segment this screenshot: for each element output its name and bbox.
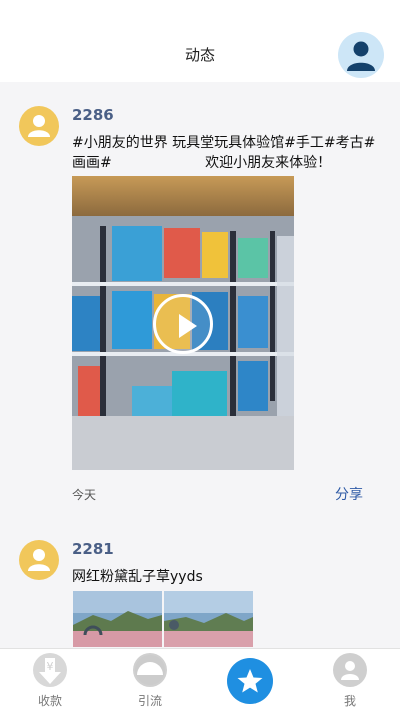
tab-label: 引流 <box>137 694 162 708</box>
feed-list[interactable]: 2286 #小朋友的世界 玩具堂玩具体验馆#手工#考古#画画# 欢迎小朋友来体验… <box>0 82 400 648</box>
top-header: 动态 <box>0 0 400 82</box>
landscape-photo <box>73 591 162 647</box>
post-video[interactable] <box>72 176 294 470</box>
user-icon <box>28 115 50 137</box>
post-image[interactable] <box>164 591 253 647</box>
profile-avatar[interactable] <box>338 32 384 78</box>
user-icon <box>333 653 367 687</box>
tab-star[interactable] <box>200 649 300 711</box>
post-text: 网红粉黛乱子草yyds <box>72 569 203 585</box>
play-button[interactable] <box>153 294 213 354</box>
yuan-download-icon: ¥ <box>33 653 67 687</box>
user-icon <box>347 41 375 71</box>
post-avatar[interactable] <box>19 540 59 580</box>
play-icon <box>179 314 197 338</box>
share-button[interactable]: 分享 <box>335 484 363 504</box>
post-username[interactable]: 2281 <box>72 540 114 558</box>
tab-label: 我 <box>343 694 356 708</box>
tab-label: 收款 <box>37 694 62 708</box>
post-text: #小朋友的世界 玩具堂玩具体验馆#手工#考古#画画# 欢迎小朋友来体验！ <box>72 135 376 171</box>
tab-me[interactable]: 我 <box>300 649 400 711</box>
star-icon <box>227 658 273 704</box>
landscape-photo <box>164 591 253 647</box>
post-avatar[interactable] <box>19 106 59 146</box>
bottom-tab-bar: ¥ 收款 引流 我 <box>0 648 400 711</box>
feed-post: 2286 #小朋友的世界 玩具堂玩具体验馆#手工#考古#画画# 欢迎小朋友来体验… <box>0 82 400 522</box>
post-username[interactable]: 2286 <box>72 106 114 124</box>
post-time: 今天 <box>72 488 97 502</box>
post-image[interactable] <box>73 591 162 647</box>
tab-collect[interactable]: ¥ 收款 <box>0 649 100 711</box>
tab-traffic[interactable]: 引流 <box>100 649 200 711</box>
half-circle-icon <box>133 653 167 687</box>
svg-text:¥: ¥ <box>47 660 54 673</box>
user-icon <box>28 549 50 571</box>
